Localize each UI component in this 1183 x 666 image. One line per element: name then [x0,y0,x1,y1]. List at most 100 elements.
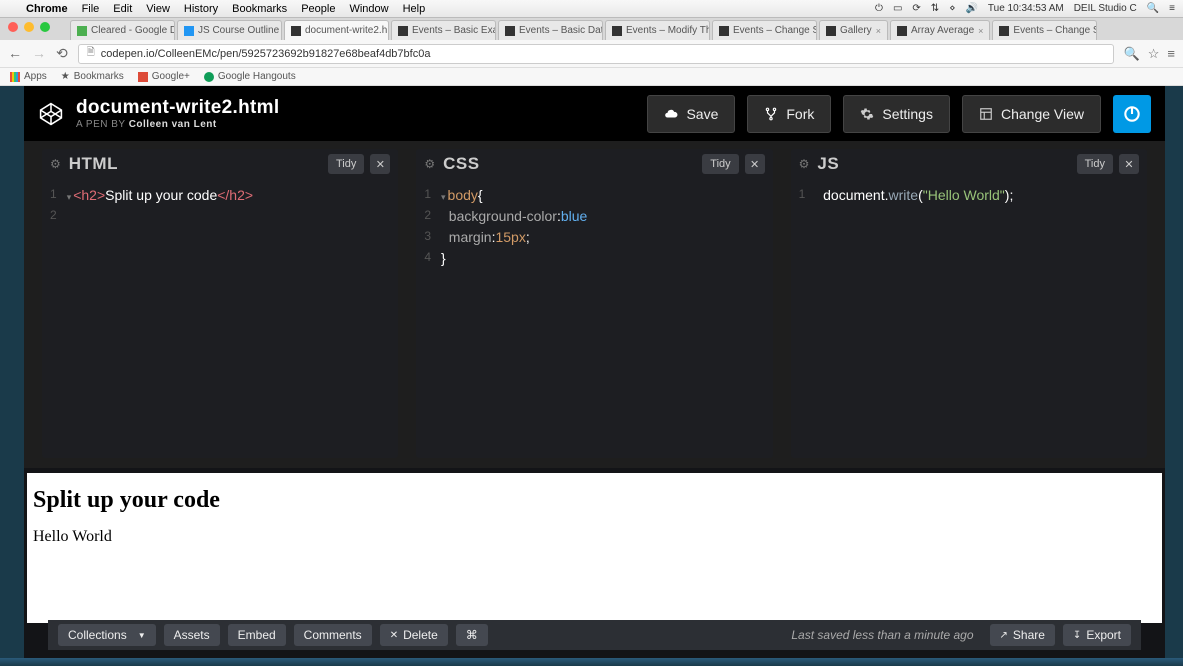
tab-label: Cleared - Google D… [91,25,175,36]
hamburger-icon[interactable]: ≡ [1167,46,1175,62]
browser-tab[interactable]: Array Average × [890,20,990,40]
pane-header: ⚙ HTML Tidy ✕ [42,149,398,179]
button-label: Fork [786,106,814,122]
button-label: Delete [403,628,438,642]
tab-label: Events – Basic Date… [519,25,603,36]
output-text: Hello World [33,528,1156,546]
gear-icon [860,107,874,121]
fork-button[interactable]: Fork [747,95,831,133]
css-editor[interactable]: 1234 ▾body{ background-color:blue margin… [416,179,772,458]
bookmark-apps[interactable]: Apps [10,71,47,82]
save-button[interactable]: Save [647,95,735,133]
browser-tab[interactable]: Events – Basic Exa…× [391,20,496,40]
export-icon: ↧ [1073,630,1081,641]
close-window-icon[interactable] [8,22,18,32]
bookmark-icon[interactable]: ☆ [1148,46,1160,62]
bookmark-item[interactable]: Google+ [138,71,190,82]
delete-button[interactable]: ✕Delete [380,624,448,646]
menu-bookmarks[interactable]: Bookmarks [232,3,287,15]
menu-view[interactable]: View [146,3,170,15]
codepen-logo-icon[interactable] [38,101,64,127]
tab-label: Events – Modify The… [626,25,710,36]
code-content: ▾body{ background-color:blue margin:15px… [441,185,587,452]
forward-icon[interactable]: → [32,45,46,62]
back-icon[interactable]: ← [8,45,22,62]
editor-row: ⚙ HTML Tidy ✕ 12 ▾<h2>Split up your code… [24,141,1165,468]
browser-tab[interactable]: JS Course Outline …× [177,20,282,40]
profile-button[interactable] [1113,95,1151,133]
user-label[interactable]: DEIL Studio C [1074,3,1137,14]
close-pane-icon[interactable]: ✕ [370,154,390,174]
settings-button[interactable]: Settings [843,95,950,133]
browser-tab-active[interactable]: document-write2.h…× [284,20,389,40]
collections-button[interactable]: Collections [58,624,156,646]
search-icon[interactable]: 🔍 [1147,3,1159,14]
menu-window[interactable]: Window [349,3,388,15]
html-pane: ⚙ HTML Tidy ✕ 12 ▾<h2>Split up your code… [42,149,398,458]
tab-label: Events – Basic Exa… [412,25,496,36]
bookmark-label: Google+ [152,71,190,82]
tab-favicon-icon [77,26,87,36]
clock[interactable]: Tue 10:34:53 AM [988,3,1064,14]
close-pane-icon[interactable]: ✕ [745,154,765,174]
codepen-footer: Collections Assets Embed Comments ✕Delet… [48,620,1141,650]
browser-tab[interactable]: Events – Change Style…× [992,20,1097,40]
url-input[interactable]: 🗎 codepen.io/ColleenEMc/pen/5925723692b9… [78,44,1114,64]
browser-tab[interactable]: Cleared - Google D…× [70,20,175,40]
fork-icon [764,107,778,121]
app-name[interactable]: Chrome [26,3,68,15]
bookmark-item[interactable]: ★Bookmarks [61,71,124,82]
tab-close-icon[interactable]: × [876,26,881,36]
browser-tab[interactable]: Events – Change Style…× [712,20,817,40]
browser-tab[interactable]: Events – Basic Date…× [498,20,603,40]
css-pane: ⚙ CSS Tidy ✕ 1234 ▾body{ background-colo… [416,149,772,458]
bookmark-label: Bookmarks [74,71,124,82]
codepen-header: document-write2.html A PEN BY Colleen va… [24,86,1165,141]
minimize-window-icon[interactable] [24,22,34,32]
zoom-window-icon[interactable] [40,22,50,32]
bookmark-label: Apps [24,71,47,82]
gear-icon[interactable]: ⚙ [424,157,435,171]
tab-favicon-icon [897,26,907,36]
export-button[interactable]: ↧ Export [1063,624,1131,646]
change-view-button[interactable]: Change View [962,95,1101,133]
gear-icon[interactable]: ⚙ [799,157,810,171]
menu-file[interactable]: File [82,3,100,15]
reload-icon[interactable]: ⟲ [56,45,68,62]
assets-button[interactable]: Assets [164,624,220,646]
pen-title[interactable]: document-write2.html [76,97,635,119]
tab-label: Gallery [840,25,872,36]
bookmark-item[interactable]: Google Hangouts [204,71,296,82]
tidy-button[interactable]: Tidy [328,154,364,174]
gear-icon[interactable]: ⚙ [50,157,61,171]
share-button[interactable]: ↗Share [990,624,1055,646]
menu-help[interactable]: Help [403,3,426,15]
browser-tab[interactable]: Events – Modify The…× [605,20,710,40]
html-editor[interactable]: 12 ▾<h2>Split up your code</h2> [42,179,398,458]
pen-author[interactable]: Colleen van Lent [129,119,217,130]
window-controls[interactable] [8,22,50,32]
tidy-button[interactable]: Tidy [1077,154,1113,174]
menu-history[interactable]: History [184,3,218,15]
js-editor[interactable]: 1 document.write("Hello World"); [791,179,1147,458]
power-icon [1122,104,1142,124]
pane-title: CSS [443,154,479,174]
tidy-button[interactable]: Tidy [702,154,738,174]
output-preview[interactable]: Split up your code Hello World [27,473,1162,623]
codepen-app: document-write2.html A PEN BY Colleen va… [24,86,1165,658]
browser-tab[interactable]: Gallery × [819,20,888,40]
menu-edit[interactable]: Edit [113,3,132,15]
button-label: Export [1086,628,1121,642]
tab-label: Events – Change Style… [733,25,817,36]
shortcuts-button[interactable]: ⌘ [456,624,488,646]
tab-label: Array Average [911,25,974,36]
comments-button[interactable]: Comments [294,624,372,646]
close-pane-icon[interactable]: ✕ [1119,154,1139,174]
code-content: document.write("Hello World"); [815,185,1013,452]
menu-people[interactable]: People [301,3,335,15]
menu-icon[interactable]: ≡ [1169,3,1175,14]
embed-button[interactable]: Embed [228,624,286,646]
tab-close-icon[interactable]: × [978,26,983,36]
button-label: Save [686,106,718,122]
zoom-icon[interactable]: 🔍 [1124,46,1140,62]
